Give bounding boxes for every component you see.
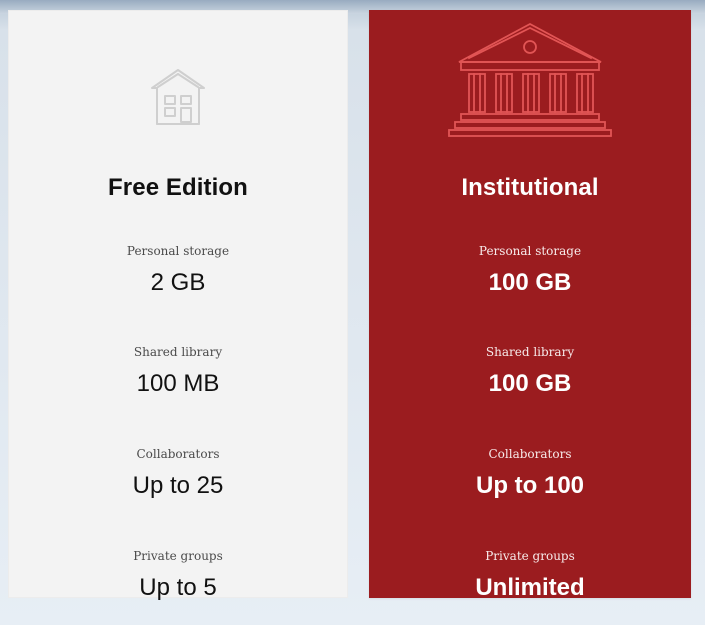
institutional-personal-storage-label: Personal storage bbox=[478, 244, 582, 258]
institutional-shared-library-label: Shared library bbox=[485, 345, 575, 359]
institutional-title: Institutional bbox=[461, 174, 599, 201]
free-collaborators-value: Up to 25 bbox=[132, 472, 224, 499]
institutional-personal-storage-stat: Personal storage 100 GB bbox=[369, 243, 691, 297]
free-shared-library-value: 100 MB bbox=[136, 370, 220, 397]
free-edition-title: Free Edition bbox=[108, 174, 248, 201]
free-shared-library-stat: Shared library 100 MB bbox=[8, 344, 348, 398]
free-personal-storage-label: Personal storage bbox=[126, 244, 230, 258]
free-collaborators-label: Collaborators bbox=[136, 447, 220, 461]
free-private-groups-stat: Private groups Up to 5 bbox=[8, 548, 348, 602]
free-personal-storage-value: 2 GB bbox=[150, 269, 206, 296]
institutional-collaborators-stat: Collaborators Up to 100 bbox=[369, 446, 691, 500]
free-collaborators-stat: Collaborators Up to 25 bbox=[8, 446, 348, 500]
institutional-private-groups-label: Private groups bbox=[485, 549, 575, 563]
institutional-collaborators-label: Collaborators bbox=[488, 447, 572, 461]
institution-icon bbox=[445, 18, 615, 142]
free-private-groups-label: Private groups bbox=[133, 549, 223, 563]
free-shared-library-label: Shared library bbox=[133, 345, 223, 359]
free-edition-plan-card: Free Edition Personal storage 2 GB Share… bbox=[8, 10, 348, 601]
institutional-personal-storage-value: 100 GB bbox=[488, 269, 572, 296]
institutional-private-groups-stat: Private groups Unlimited bbox=[369, 548, 691, 602]
institutional-shared-library-value: 100 GB bbox=[488, 370, 572, 397]
house-icon bbox=[148, 66, 208, 130]
institutional-plan-card: Institutional Personal storage 100 GB Sh… bbox=[369, 10, 691, 601]
institutional-private-groups-value: Unlimited bbox=[475, 574, 585, 601]
free-personal-storage-stat: Personal storage 2 GB bbox=[8, 243, 348, 297]
institutional-shared-library-stat: Shared library 100 GB bbox=[369, 344, 691, 398]
institutional-collaborators-value: Up to 100 bbox=[475, 472, 585, 499]
free-private-groups-value: Up to 5 bbox=[139, 574, 217, 601]
